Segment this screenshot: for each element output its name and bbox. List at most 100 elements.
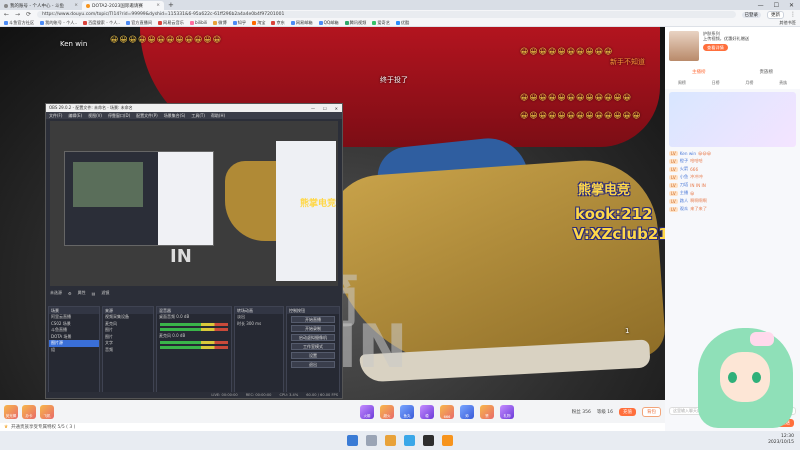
maximize-icon[interactable]: ☐ xyxy=(774,2,779,9)
update-button[interactable]: 更新 xyxy=(767,10,784,19)
browser-tab[interactable]: 我的账号 - 个人中心 - 斗鱼 × xyxy=(0,1,82,10)
bookmark-item[interactable]: 腾讯视频 xyxy=(344,20,366,26)
rank-subtab[interactable]: 周榜 xyxy=(678,80,686,86)
tab-noble-rank[interactable]: 贵族榜 xyxy=(760,69,774,75)
ad-details-button[interactable]: 查看详情 xyxy=(703,43,728,52)
bookmark-item[interactable]: 网易云音乐 xyxy=(158,20,184,26)
obs-preview-nested-panel xyxy=(158,152,213,245)
url-input[interactable]: https://www.douyu.com/topic/TI14?rid=999… xyxy=(37,11,736,18)
obs-filters-button[interactable]: 滤镜 xyxy=(101,290,109,296)
avatar-eye xyxy=(728,372,737,383)
event-banner[interactable] xyxy=(669,92,796,147)
gift-item[interactable]: 办卡 xyxy=(22,404,36,419)
browser-icon[interactable] xyxy=(404,435,415,446)
bookmark-item[interactable]: 斗鱼官方社区 xyxy=(4,20,34,26)
maximize-icon[interactable]: ☐ xyxy=(323,106,327,111)
bookmark-item[interactable]: 百度搜索 - 个人.. xyxy=(83,20,120,26)
other-bookmarks[interactable]: 其他书签 xyxy=(779,20,796,26)
dock-title: 场景 xyxy=(49,307,99,314)
obs-status-bar: LIVE: 00:00:00 REC: 00:00:00 CPU: 3.4% 6… xyxy=(46,392,342,398)
system-tray[interactable]: 12:30 2023/10/15 xyxy=(768,434,794,446)
volume-slider[interactable] xyxy=(160,327,228,331)
gift-item[interactable]: 荧光棒 xyxy=(4,404,18,419)
start-icon[interactable] xyxy=(347,435,358,446)
bookmark-item[interactable]: 网易邮箱 xyxy=(290,20,313,26)
scene-item[interactable]: 组 xyxy=(49,347,99,354)
noble-ticker[interactable]: ♛ 开通贵族享受专属特权 5/5 ( 3 ) xyxy=(0,423,665,431)
search-icon[interactable] xyxy=(366,435,377,446)
gear-icon[interactable]: ⚙ xyxy=(68,291,72,296)
bookmark-item[interactable]: bilibili xyxy=(189,20,207,25)
vtuber-avatar xyxy=(690,320,800,431)
start-recording-button[interactable]: 开始录制 xyxy=(291,325,335,332)
menu-icon[interactable]: ⋮ xyxy=(790,11,796,18)
gift-item[interactable]: 赞 xyxy=(480,404,494,419)
gift-item[interactable]: 飞机 xyxy=(40,404,54,419)
ad-description: 上传视频，优惠好礼赠送 xyxy=(703,36,750,42)
obs-menu-item[interactable]: 视图(V) xyxy=(88,113,102,119)
source-item[interactable]: 音频 xyxy=(103,347,153,354)
browser-tab-active[interactable]: DOTA2-2023国际邀请赛 × xyxy=(82,1,164,10)
bookmark-item[interactable]: QQ邮箱 xyxy=(318,20,339,26)
folder-icon[interactable] xyxy=(385,435,396,446)
exit-button[interactable]: 退出 xyxy=(291,361,335,368)
gift-item[interactable]: 礼物 xyxy=(500,404,514,419)
bookmark-item[interactable]: 官方直播间 xyxy=(126,20,152,26)
obs-menu-item[interactable]: 编辑(E) xyxy=(68,113,82,119)
obs-window[interactable]: OBS 29.0.2 - 配置文件: 未命名 - 场景: 未命名 — ☐ ✕ 文… xyxy=(45,103,343,399)
obs-properties-button[interactable]: 属性 xyxy=(78,290,86,296)
close-icon[interactable]: × xyxy=(74,3,78,8)
gift-item[interactable]: 鱼丸 xyxy=(400,404,414,419)
obs-preview[interactable]: IN 熊掌电竞 xyxy=(50,121,338,286)
minimize-icon[interactable]: — xyxy=(758,2,764,9)
rank-subtab[interactable]: 月榜 xyxy=(745,80,753,86)
gift-item[interactable]: 666 xyxy=(440,404,454,419)
volume-meter xyxy=(160,341,228,344)
settings-button[interactable]: 设置 xyxy=(291,352,335,359)
obs-menu-item[interactable]: 帮助(H) xyxy=(211,113,225,119)
bookmark-item[interactable]: 爱奇艺 xyxy=(372,20,390,26)
filter-icon[interactable]: ▤ xyxy=(92,291,96,296)
bookmark-item[interactable]: 优酷 xyxy=(395,20,409,26)
obs-menu-item[interactable]: 配置文件(P) xyxy=(136,113,158,119)
obs-menu-item[interactable]: 停靠窗口(D) xyxy=(108,113,130,119)
dock-title: 来源 xyxy=(103,307,153,314)
bookmark-item[interactable]: 知乎 xyxy=(232,20,246,26)
reload-icon[interactable]: ⟳ xyxy=(26,11,31,18)
virtual-camera-button[interactable]: 启动虚拟摄像机 xyxy=(291,334,335,341)
forward-icon[interactable]: → xyxy=(15,11,20,18)
tab-host-rank[interactable]: 主播榜 xyxy=(692,69,706,75)
close-icon[interactable]: ✕ xyxy=(335,106,338,111)
start-streaming-button[interactable]: 开始直播 xyxy=(291,316,335,323)
obs-menu-item[interactable]: 工具(T) xyxy=(191,113,205,119)
volume-slider[interactable] xyxy=(160,346,228,349)
dock-title: 控制按钮 xyxy=(287,307,339,314)
bookmark-item[interactable]: 我的账号 - 个人.. xyxy=(40,20,77,26)
gift-item[interactable]: 火箭 xyxy=(360,404,374,419)
gift-item[interactable]: 帅 xyxy=(460,404,474,419)
studio-mode-button[interactable]: 工作室模式 xyxy=(291,343,335,350)
obs-icon[interactable] xyxy=(423,435,434,446)
gift-item[interactable]: 稳 xyxy=(420,404,434,419)
rank-subtab[interactable]: 日榜 xyxy=(712,80,720,86)
charge-button[interactable]: 充值 xyxy=(619,407,636,416)
chat-message: LV 路人 啊啊啊啊 xyxy=(669,198,707,204)
bookmark-item[interactable]: 淘宝 xyxy=(252,20,265,26)
back-icon[interactable]: ← xyxy=(4,11,9,18)
bookmark-item[interactable]: 京东 xyxy=(271,20,285,26)
close-window-icon[interactable]: ✕ xyxy=(789,2,794,9)
gift-item[interactable]: 超火 xyxy=(380,404,394,419)
address-bar-row: ← → ⟳ https://www.douyu.com/topic/TI14?r… xyxy=(0,10,800,19)
new-tab-icon[interactable]: + xyxy=(164,1,178,9)
ad-card[interactable]: 护肤系列 上传视频，优惠好礼赠送 查看详情 xyxy=(665,27,800,67)
obs-menu-item[interactable]: 场景集合(S) xyxy=(164,113,186,119)
close-icon[interactable]: × xyxy=(156,3,160,8)
douyu-icon[interactable] xyxy=(442,435,453,446)
rank-subtab[interactable]: 贵族 xyxy=(779,80,787,86)
minimize-icon[interactable]: — xyxy=(311,106,315,111)
obs-menu-item[interactable]: 文件(F) xyxy=(49,113,62,119)
transition-duration[interactable]: 时长 300 ms xyxy=(235,321,283,328)
backpack-button[interactable]: 背包 xyxy=(642,406,661,417)
bookmark-item[interactable]: 微博 xyxy=(213,20,227,26)
profile-button[interactable]: 已登录 xyxy=(741,11,761,18)
